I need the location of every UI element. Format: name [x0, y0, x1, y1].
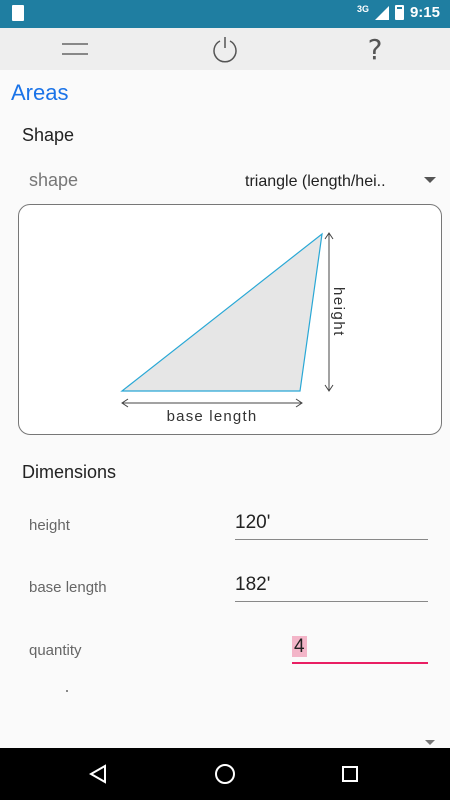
sd-card-icon [12, 5, 24, 21]
quantity-input[interactable]: 4 [292, 632, 428, 664]
height-field-label: height [29, 517, 70, 534]
partial-row-marker [66, 690, 68, 692]
power-icon [213, 37, 237, 63]
menu-button[interactable] [45, 28, 105, 70]
base-length-label: base length [167, 408, 258, 425]
battery-icon [394, 5, 404, 20]
recent-apps-icon [342, 766, 358, 782]
triangle-illustration: height base length [120, 232, 347, 425]
base-dimension-arrow [121, 398, 303, 408]
status-indicators: 3G 9:15 [356, 3, 440, 22]
shape-label: shape [29, 170, 79, 190]
clock: 9:15 [409, 4, 440, 21]
network-type: 3G [356, 3, 369, 14]
base-length-field-label: base length [29, 579, 107, 596]
hamburger-icon [62, 43, 88, 55]
dimensions-section-heading: Dimensions [22, 462, 117, 482]
quantity-selected-text: 4 [292, 636, 307, 657]
base-length-input[interactable]: 182' [235, 570, 428, 602]
shape-selected-value: triangle (length/hei.. [245, 173, 386, 190]
back-button[interactable] [68, 748, 128, 800]
height-input[interactable]: 120' [235, 508, 428, 540]
page-title: Areas [11, 80, 69, 105]
shape-diagram: height base length [18, 204, 442, 435]
shape-dropdown[interactable]: triangle (length/hei.. [245, 170, 440, 194]
status-bar: 3G 9:15 [0, 0, 450, 28]
quantity-field-label: quantity [29, 642, 82, 659]
shape-section-heading: Shape [22, 125, 75, 145]
triangle-shape [120, 232, 323, 392]
toolbar: ? [0, 28, 450, 70]
dropdown-arrow-icon[interactable] [425, 740, 435, 745]
dropdown-arrow-icon [424, 177, 436, 183]
height-label: height [330, 287, 347, 337]
back-icon [88, 764, 106, 784]
signal-icon [374, 5, 389, 20]
help-button[interactable]: ? [345, 28, 405, 70]
recent-apps-button[interactable] [320, 748, 380, 800]
home-icon [215, 764, 235, 784]
navigation-bar [0, 748, 450, 800]
power-button[interactable] [195, 28, 255, 70]
home-button[interactable] [195, 748, 255, 800]
